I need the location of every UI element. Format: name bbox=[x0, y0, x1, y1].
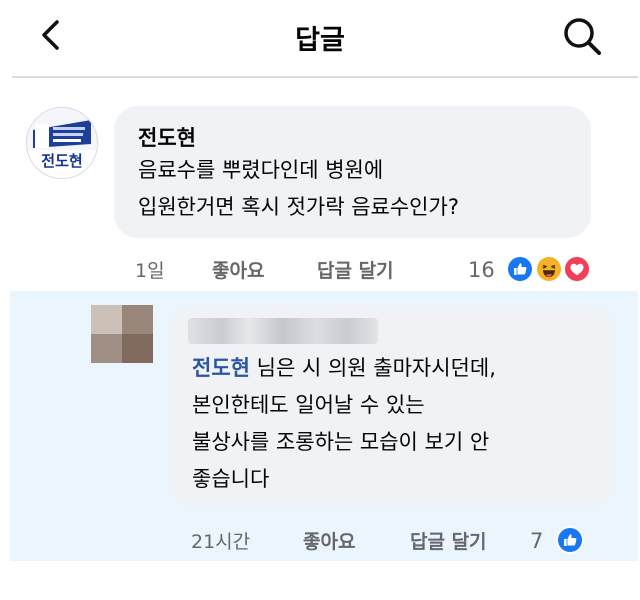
page-title: 답글 bbox=[295, 25, 345, 56]
comment-text: 음료수를 뿌렸다인데 병원에 입원한거면 혹시 젓가락 음료수인가? bbox=[138, 152, 459, 226]
reply-line-1: 전도현 님은 시 의원 출마자시던데, bbox=[192, 350, 496, 387]
comment-time: 1일 bbox=[135, 260, 165, 282]
reply-text: 전도현 님은 시 의원 출마자시던데, 본인한테도 일어날 수 있는 불상사를 … bbox=[192, 350, 496, 498]
header-divider bbox=[12, 76, 638, 78]
comment-bubble: 전도현 음료수를 뿌렸다인데 병원에 입원한거면 혹시 젓가락 음료수인가? bbox=[114, 106, 591, 238]
comment-line: 음료수를 뿌렸다인데 병원에 bbox=[138, 158, 384, 182]
reply-button[interactable]: 답글 달기 bbox=[410, 527, 487, 554]
comment-line: 입원한거면 혹시 젓가락 음료수인가? bbox=[138, 195, 459, 219]
avatar[interactable]: 전도현 bbox=[26, 107, 98, 179]
reaction-count[interactable]: 16 bbox=[468, 258, 495, 282]
like-icon bbox=[556, 526, 584, 554]
reply-line: 님은 시 의원 출마자시던데, bbox=[249, 356, 496, 380]
love-icon bbox=[563, 255, 591, 283]
mention-link[interactable]: 전도현 bbox=[192, 356, 250, 380]
avatar-name: 전도현 bbox=[41, 152, 83, 170]
like-button[interactable]: 좋아요 bbox=[303, 527, 355, 554]
blurred-avatar-image bbox=[91, 305, 153, 363]
reply-button[interactable]: 답글 달기 bbox=[317, 256, 394, 283]
reply-time: 21시간 bbox=[191, 531, 251, 553]
reply-line: 좋습니다 bbox=[192, 467, 270, 491]
reply-bubble: 전도현 님은 시 의원 출마자시던데, 본인한테도 일어날 수 있는 불상사를 … bbox=[170, 306, 615, 506]
search-button[interactable] bbox=[556, 12, 608, 60]
search-icon bbox=[564, 18, 601, 55]
blurred-author-name[interactable] bbox=[188, 318, 378, 344]
comment-author[interactable]: 전도현 bbox=[138, 122, 196, 152]
reaction-count[interactable]: 7 bbox=[530, 529, 543, 553]
reply-line: 불상사를 조롱하는 모습이 보기 안 bbox=[192, 430, 490, 454]
like-icon bbox=[506, 255, 534, 283]
top-bar: 답글 bbox=[0, 0, 640, 76]
reply-line: 본인한테도 일어날 수 있는 bbox=[192, 393, 425, 417]
like-button[interactable]: 좋아요 bbox=[212, 256, 264, 283]
haha-icon bbox=[535, 255, 563, 283]
avatar[interactable] bbox=[91, 305, 153, 363]
